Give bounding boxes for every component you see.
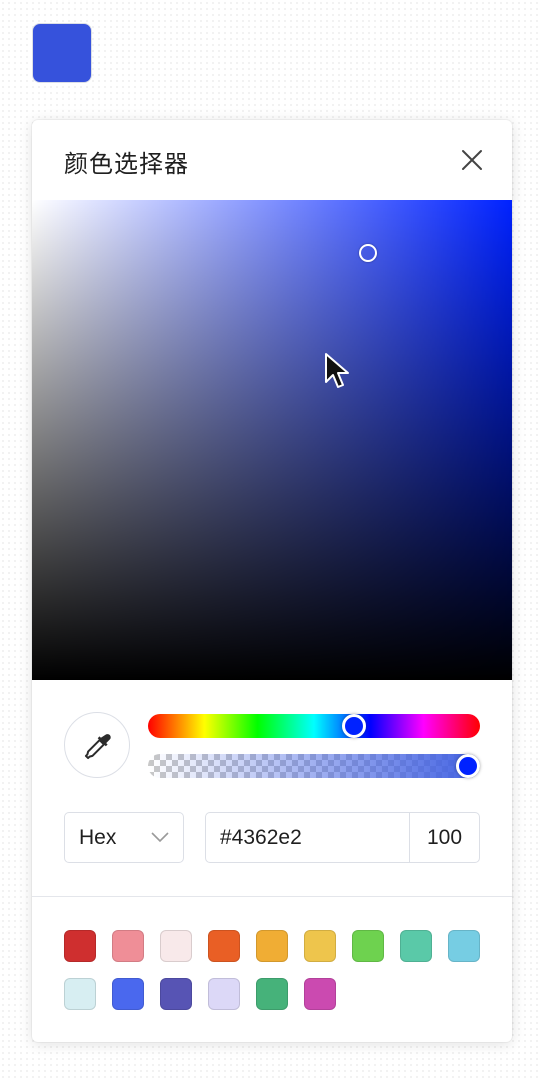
- preset-swatch[interactable]: [112, 930, 144, 962]
- color-format-label: Hex: [79, 826, 117, 849]
- eyedropper-icon: [84, 734, 111, 760]
- preset-swatch[interactable]: [304, 930, 336, 962]
- color-format-select[interactable]: Hex: [64, 812, 184, 863]
- preset-swatch[interactable]: [256, 978, 288, 1010]
- panel-title: 颜色选择器: [64, 150, 189, 178]
- preset-swatch[interactable]: [160, 930, 192, 962]
- hue-slider[interactable]: [148, 714, 480, 738]
- chevron-down-icon: [151, 832, 169, 843]
- color-picker-panel: 颜色选择器 Hex: [32, 120, 512, 1042]
- preset-swatch[interactable]: [160, 978, 192, 1010]
- color-preview-trigger[interactable]: [32, 23, 92, 83]
- picker-controls: Hex: [32, 680, 512, 896]
- close-icon: [462, 150, 482, 170]
- preset-swatch[interactable]: [400, 930, 432, 962]
- preset-swatch[interactable]: [112, 978, 144, 1010]
- preset-swatch[interactable]: [208, 930, 240, 962]
- preset-swatch[interactable]: [352, 930, 384, 962]
- preset-swatch[interactable]: [448, 930, 480, 962]
- section-divider: [32, 896, 512, 897]
- alpha-slider-thumb[interactable]: [456, 754, 480, 778]
- hex-input[interactable]: [206, 813, 410, 862]
- alpha-input[interactable]: [410, 813, 479, 862]
- alpha-slider[interactable]: [148, 754, 480, 778]
- preset-swatch[interactable]: [208, 978, 240, 1010]
- hue-slider-thumb[interactable]: [341, 714, 366, 738]
- hex-input-group: [205, 812, 480, 863]
- panel-header: 颜色选择器: [32, 120, 512, 200]
- saturation-value-area[interactable]: [32, 200, 512, 680]
- preset-swatch[interactable]: [64, 978, 96, 1010]
- preset-swatch[interactable]: [304, 978, 336, 1010]
- preset-swatch[interactable]: [64, 930, 96, 962]
- close-button[interactable]: [458, 146, 486, 174]
- eyedropper-button[interactable]: [64, 712, 130, 778]
- preset-swatch[interactable]: [256, 930, 288, 962]
- saturation-value-handle[interactable]: [359, 243, 377, 262]
